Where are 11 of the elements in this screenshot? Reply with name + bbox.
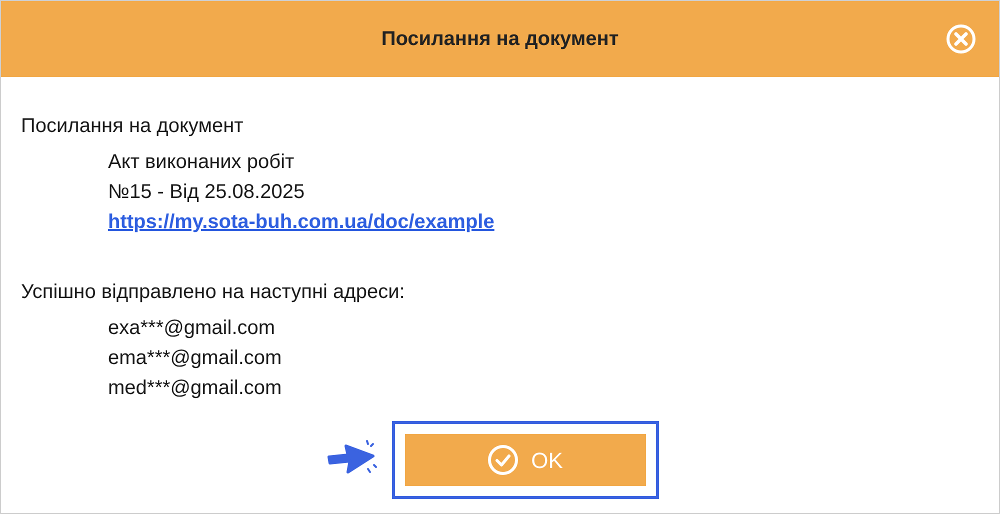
document-line: №15 - Від 25.08.2025 [108,180,305,205]
status-message: Успішно відправлено на наступні адреси: [21,280,405,305]
checkmark-icon [487,444,520,476]
section-heading: Посилання на документ [21,114,244,139]
close-button[interactable] [945,23,977,55]
document-line: Акт виконаних робіт [108,150,294,175]
dialog-title: Посилання на документ [381,27,619,52]
email-address: ema***@gmail.com [108,346,282,371]
email-address: med***@gmail.com [108,376,282,401]
document-link[interactable]: https://my.sota-buh.com.ua/doc/example [108,207,494,237]
email-address: exa***@gmail.com [108,316,276,341]
